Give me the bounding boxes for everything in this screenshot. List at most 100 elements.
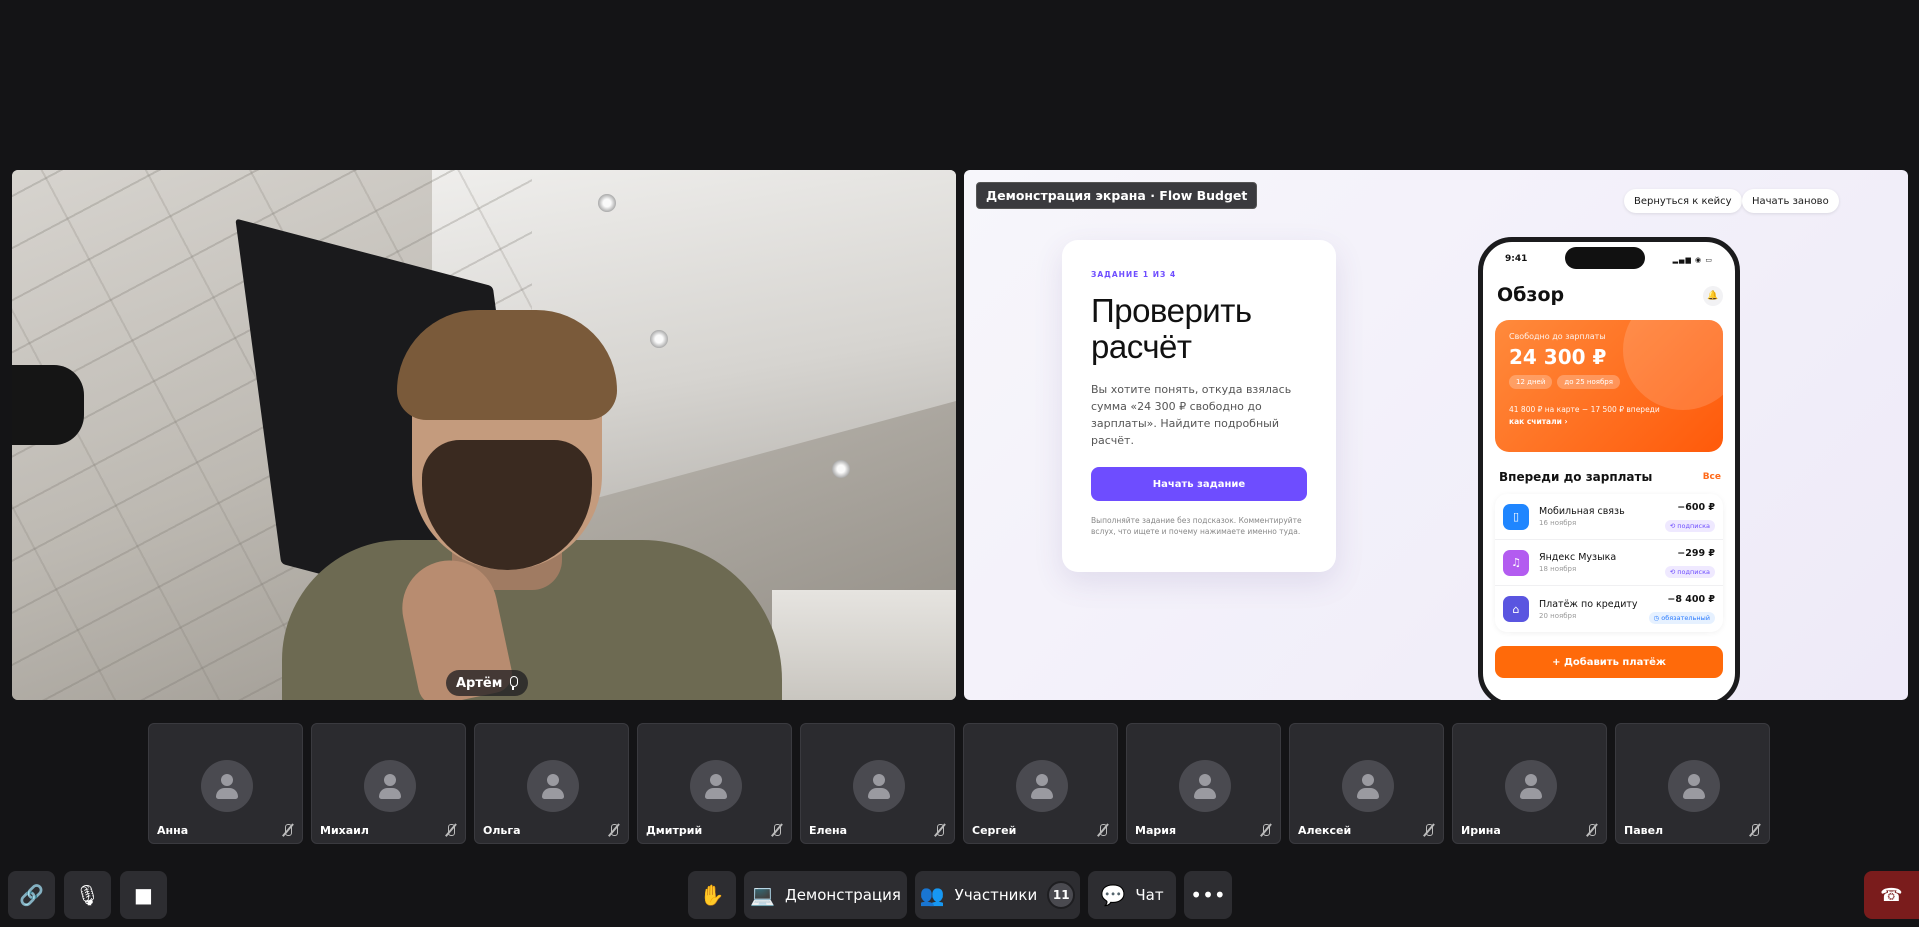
- add-payment-button[interactable]: + Добавить платёж: [1495, 646, 1723, 678]
- phone-hangup-icon: ☎: [1880, 884, 1903, 906]
- raise-hand-button[interactable]: ✋: [688, 871, 736, 919]
- start-task-button[interactable]: Начать задание: [1091, 467, 1307, 501]
- payment-amount: −8 400 ₽: [1667, 594, 1715, 605]
- participants-button[interactable]: 👥 Участники 11: [915, 871, 1080, 919]
- participant-name: Елена: [809, 824, 848, 837]
- ceiling-light: [598, 194, 616, 212]
- mic-icon: [508, 676, 519, 690]
- camera-participant-name: Артём: [456, 675, 503, 691]
- payment-amount: −299 ₽: [1677, 547, 1715, 559]
- payment-amount: −600 ₽: [1677, 501, 1715, 513]
- signal-battery-icon: ▂▄▆ ◉ ▭: [1672, 256, 1713, 264]
- avatar-placeholder-icon: [1668, 760, 1720, 812]
- participant-name: Павел: [1624, 824, 1664, 837]
- payments-list: ▯ Мобильная связь 16 ноября −600 ₽ ⟲ подписк…: [1495, 494, 1723, 632]
- screen-share-tile[interactable]: Демонстрация экрана · Flow Budget Вернут…: [964, 170, 1908, 700]
- screen-share-label: Демонстрация экрана · Flow Budget: [976, 182, 1258, 209]
- phone-title: Обзор: [1497, 284, 1565, 306]
- phone-time: 9:41: [1505, 254, 1528, 264]
- video-stage: Артём Демонстрация экрана · Flow Budget …: [12, 170, 1908, 700]
- task-description: Вы хотите понять, откуда взялась сумма «…: [1091, 383, 1292, 447]
- payment-item[interactable]: ▯ Мобильная связь 16 ноября −600 ₽ ⟲ подписк…: [1495, 494, 1723, 540]
- mic-muted-icon: [1259, 823, 1273, 837]
- participants-count-badge: 11: [1047, 881, 1076, 909]
- camera-button[interactable]: ■: [120, 871, 167, 919]
- camera-tile[interactable]: Артём: [12, 170, 956, 700]
- mic-muted-icon: [1748, 823, 1762, 837]
- participant-tile[interactable]: Ирина: [1452, 723, 1607, 844]
- participant-name: Алексей: [1298, 824, 1352, 837]
- balance-footnote: 41 800 ₽ на карте − 17 500 ₽ впереди: [1509, 405, 1660, 414]
- avatar-placeholder-icon: [1505, 760, 1557, 812]
- participant-tile[interactable]: Ольга: [474, 723, 629, 844]
- participant-tile[interactable]: Михаил: [311, 723, 466, 844]
- avatar-placeholder-icon: [364, 760, 416, 812]
- hangup-button[interactable]: ☎: [1864, 871, 1919, 919]
- laptop-icon: 💻: [750, 883, 775, 907]
- mic-muted-icon: [281, 823, 295, 837]
- mic-muted-icon: [1585, 823, 1599, 837]
- balance-card[interactable]: Свободно до зарплаты 24 300 ₽ 12 дней до…: [1495, 320, 1723, 452]
- payment-name: Платёж по кредиту: [1539, 598, 1638, 610]
- balance-label: Свободно до зарплаты: [1509, 332, 1606, 341]
- dynamic-island: [1565, 247, 1645, 269]
- more-dots-icon: •••: [1190, 883, 1226, 907]
- avatar-placeholder-icon: [527, 760, 579, 812]
- balance-amount: 24 300 ₽: [1509, 345, 1607, 369]
- participant-tile[interactable]: Мария: [1126, 723, 1281, 844]
- payment-icon: ♫: [1503, 549, 1529, 576]
- payment-item[interactable]: ♫ Яндекс Музыка 18 ноября −299 ₽ ⟲ подписка: [1495, 540, 1723, 586]
- participants-label: Участники: [954, 886, 1038, 904]
- chat-button[interactable]: 💬 Чат: [1088, 871, 1176, 919]
- ceiling-light: [832, 460, 850, 478]
- task-step: ЗАДАНИЕ 1 ИЗ 4: [1091, 270, 1177, 279]
- participant-tile[interactable]: Анна: [148, 723, 303, 844]
- participant-name: Анна: [157, 824, 189, 837]
- mic-muted-icon: [1422, 823, 1436, 837]
- microphone-icon: 🎙: [74, 883, 101, 907]
- mic-muted-icon: [1096, 823, 1110, 837]
- more-button[interactable]: •••: [1184, 871, 1232, 919]
- upcoming-all-link[interactable]: Все: [1703, 472, 1721, 482]
- chat-icon: 💬: [1100, 883, 1126, 907]
- participant-name: Ирина: [1461, 824, 1501, 837]
- participant-name: Михаил: [320, 824, 369, 837]
- payment-icon: ▯: [1503, 503, 1529, 530]
- participant-name: Ольга: [483, 824, 521, 837]
- microphone-button[interactable]: 🎙: [64, 871, 111, 919]
- participant-tile[interactable]: Павел: [1615, 723, 1770, 844]
- screen-share-label-text: Демонстрация: [784, 886, 901, 904]
- restart-button[interactable]: Начать заново: [1742, 189, 1839, 213]
- participant-tile[interactable]: Дмитрий: [637, 723, 792, 844]
- back-to-case-button[interactable]: Вернуться к кейсу: [1624, 189, 1742, 213]
- days-chip: 12 дней: [1509, 375, 1553, 389]
- participants-strip: Анна Михаил Ольга Дмитрий Елена Сергей Мария Ал…: [148, 723, 1770, 844]
- avatar-placeholder-icon: [1179, 760, 1231, 812]
- task-title: Проверить расчёт: [1091, 292, 1252, 365]
- participant-tile[interactable]: Сергей: [963, 723, 1118, 844]
- bell-icon[interactable]: 🔔: [1703, 286, 1723, 306]
- task-hint: Выполняйте задание без подсказок. Коммен…: [1091, 516, 1302, 536]
- participant-name: Сергей: [972, 824, 1017, 837]
- link-icon: 🔗: [19, 883, 44, 907]
- chat-label: Чат: [1135, 886, 1164, 904]
- payment-tag: ⟲ подписка: [1664, 519, 1715, 532]
- avatar-placeholder-icon: [853, 760, 905, 812]
- how-calculated-link[interactable]: как считали ›: [1509, 417, 1709, 426]
- avatar-placeholder-icon: [690, 760, 742, 812]
- mic-muted-icon: [770, 823, 784, 837]
- participant-tile[interactable]: Елена: [800, 723, 955, 844]
- payment-date: 20 ноября: [1539, 611, 1577, 620]
- date-chip: до 25 ноября: [1557, 375, 1620, 389]
- payment-name: Яндекс Музыка: [1539, 552, 1617, 563]
- payment-date: 18 ноября: [1539, 565, 1577, 573]
- avatar-placeholder-icon: [1342, 760, 1394, 812]
- copy-link-button[interactable]: 🔗: [8, 871, 55, 919]
- participant-tile[interactable]: Алексей: [1289, 723, 1444, 844]
- mic-muted-icon: [607, 823, 621, 837]
- mic-muted-icon: [933, 823, 947, 837]
- video-camera-icon: ■: [134, 883, 153, 907]
- payment-item[interactable]: ⌂ Платёж по кредиту 20 ноября −8 400 ₽ ◷ обя…: [1495, 586, 1723, 632]
- avatar-placeholder-icon: [201, 760, 253, 812]
- screen-share-button[interactable]: 💻 Демонстрация: [744, 871, 907, 919]
